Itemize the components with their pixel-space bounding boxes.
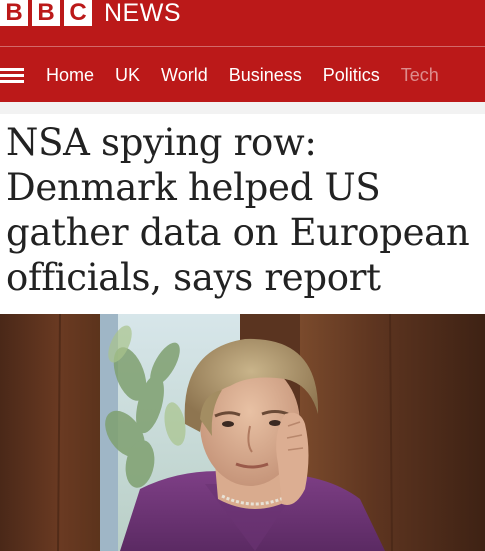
- nav-scroll-fade: [465, 48, 485, 102]
- article-headline: NSA spying row: Denmark helped US gather…: [6, 120, 482, 300]
- nav-item-uk[interactable]: UK: [115, 65, 140, 86]
- logo-letter-c: C: [64, 0, 92, 26]
- photo-illustration: [0, 314, 485, 551]
- header-separator: [0, 102, 485, 114]
- hamburger-menu-icon[interactable]: [0, 66, 24, 84]
- nav-item-politics[interactable]: Politics: [323, 65, 380, 86]
- site-header: B B C NEWS Home UK World Business Politi…: [0, 0, 485, 102]
- header-divider: [0, 46, 485, 47]
- nav-item-business[interactable]: Business: [229, 65, 302, 86]
- headline-line-1: NSA spying row:: [6, 121, 317, 164]
- headline-line-2: Denmark helped US: [6, 166, 381, 209]
- nav-item-home[interactable]: Home: [46, 65, 94, 86]
- nav-item-world[interactable]: World: [161, 65, 208, 86]
- bbc-news-logo[interactable]: B B C NEWS: [0, 0, 181, 40]
- logo-letter-b1: B: [0, 0, 28, 26]
- logo-news-text: NEWS: [104, 0, 181, 27]
- logo-letter-b2: B: [32, 0, 60, 26]
- headline-line-4: officials, says report: [6, 256, 381, 299]
- article-photo[interactable]: [0, 314, 485, 551]
- headline-line-3: gather data on European: [6, 211, 470, 254]
- main-nav: Home UK World Business Politics Tech: [0, 48, 485, 102]
- nav-item-tech[interactable]: Tech: [401, 65, 439, 86]
